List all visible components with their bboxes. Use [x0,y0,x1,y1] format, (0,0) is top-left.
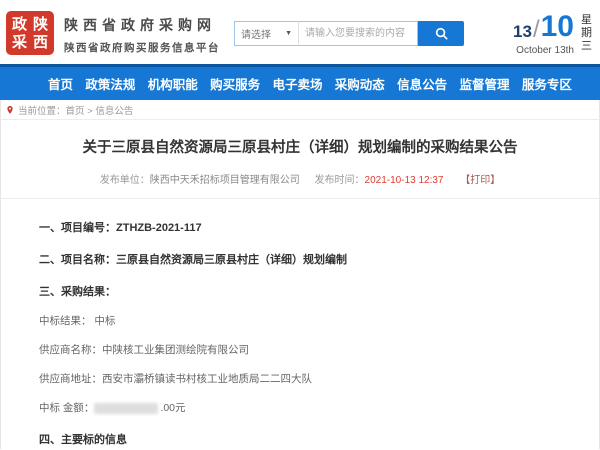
date-month: 10 [541,12,574,42]
amount-suffix: .00元 [160,402,185,414]
print-button[interactable]: 【打印】 [460,175,500,186]
section-bid-subject-info: 四、主要标的信息 [39,431,561,447]
site-header: 政 陕 采 西 陕西省政府采购网 陕西省政府购买服务信息平台 请选择 ▼ [0,0,600,64]
publish-time-label: 发布时间： [315,175,365,186]
nav-item-announcements[interactable]: 信息公告 [397,74,447,93]
nav-item-purchase-services[interactable]: 购买服务 [210,74,260,93]
nav-item-home[interactable]: 首页 [48,74,73,93]
search-input[interactable] [298,21,418,46]
section-project-name: 二、项目名称：三原县自然资源局三原县村庄（详细）规划编制 [39,251,561,267]
site-subtitle: 陕西省政府购买服务信息平台 [64,40,220,55]
search-category-select[interactable]: 请选择 ▼ [234,21,298,46]
weekday-vertical: 星 期 三 [581,14,592,56]
redacted-amount [94,403,158,414]
breadcrumb-path[interactable]: 首页 > 信息公告 [66,103,134,117]
site-titles: 陕西省政府采购网 陕西省政府购买服务信息平台 [64,15,220,55]
date-english: October 13th [513,45,574,56]
nav-item-policies[interactable]: 政策法规 [85,74,135,93]
nav-item-supervision[interactable]: 监督管理 [460,74,510,93]
page: 政 陕 采 西 陕西省政府采购网 陕西省政府购买服务信息平台 请选择 ▼ [0,0,600,450]
nav-item-service-zone[interactable]: 服务专区 [522,74,572,93]
breadcrumb: 当前位置： 首页 > 信息公告 [0,100,600,120]
result-line: 中标结果： 中标 [39,313,561,328]
logo-char: 陕 [30,15,51,33]
article-body: 一、项目编号：ZTHZB-2021-117 二、项目名称：三原县自然资源局三原县… [1,199,599,450]
search-button[interactable] [418,21,464,46]
logo-char: 西 [30,33,51,51]
page-title: 关于三原县自然资源局三原县村庄（详细）规划编制的采购结果公告 [1,136,599,157]
article-meta: 发布单位：陕西中天禾招标项目管理有限公司 发布时间：2021-10-13 12:… [1,171,599,186]
search-icon [435,27,448,40]
main-nav: 首页 政策法规 机构职能 购买服务 电子卖场 采购动态 信息公告 监督管理 服务… [0,64,600,100]
site-logo[interactable]: 政 陕 采 西 [6,11,54,55]
nav-item-procurement-news[interactable]: 采购动态 [335,74,385,93]
logo-char: 政 [9,15,30,33]
publisher-name: 陕西中天禾招标项目管理有限公司 [150,175,300,186]
publisher-label: 发布单位： [100,175,150,186]
amount-label: 中标 金额： [39,402,94,414]
supplier-line: 供应商名称：中陕核工业集团测绘院有限公司 [39,342,561,357]
section-procurement-result: 三、采购结果： [39,283,561,299]
nav-item-functions[interactable]: 机构职能 [148,74,198,93]
date-widget: 13 / 10 October 13th 星 期 三 [513,12,592,56]
date-main: 13 / 10 October 13th [513,12,574,56]
date-slash: / [533,18,540,42]
address-line: 供应商地址：西安市灞桥镇读书村核工业地质局二二四大队 [39,371,561,386]
article: 关于三原县自然资源局三原县村庄（详细）规划编制的采购结果公告 发布单位：陕西中天… [0,120,600,449]
chevron-down-icon: ▼ [285,30,292,37]
site-name: 陕西省政府采购网 [64,15,220,35]
location-pin-icon [6,106,14,114]
search-bar: 请选择 ▼ [234,21,464,46]
date-day: 13 [513,23,532,42]
amount-line: 中标 金额： .00元 [39,400,561,415]
publish-time: 2021-10-13 12:37 [365,175,444,186]
section-project-number: 一、项目编号：ZTHZB-2021-117 [39,219,561,235]
breadcrumb-label: 当前位置： [18,103,66,117]
nav-item-e-mall[interactable]: 电子卖场 [272,74,322,93]
logo-char: 采 [9,33,30,51]
search-select-label: 请选择 [241,26,271,41]
